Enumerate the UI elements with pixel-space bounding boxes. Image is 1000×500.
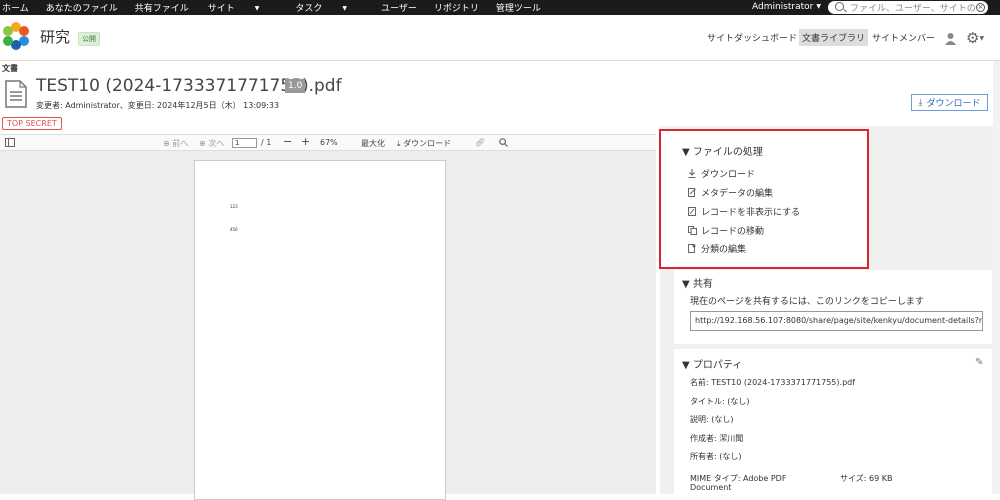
document-actions-title[interactable]: ▼ ファイルの処理: [682, 143, 763, 158]
page-number-input[interactable]: 1: [232, 138, 257, 148]
classification-icon: [688, 244, 696, 253]
site-nav-dashboard[interactable]: サイトダッシュボード: [707, 31, 797, 44]
next-page-button[interactable]: ⊕ 次へ: [199, 138, 224, 149]
download-label: ダウンロード: [926, 99, 981, 109]
section-label: 文書: [2, 64, 18, 73]
site-nav-document-library[interactable]: 文書ライブラリ: [799, 29, 869, 46]
hide-record-icon: [688, 207, 696, 216]
document-viewer[interactable]: 123 456: [0, 151, 656, 500]
visibility-badge: 公開: [78, 32, 100, 46]
viewer-download-button[interactable]: ⤓ ダウンロード: [397, 138, 451, 149]
action-label: メタデータの編集: [701, 189, 774, 199]
share-link-input[interactable]: http://192.168.56.107:8080/share/page/si…: [690, 311, 983, 331]
zoom-out-icon[interactable]: −: [283, 135, 292, 148]
page-text-line: 123: [230, 204, 238, 209]
edit-metadata-icon: [688, 188, 696, 197]
download-icon: ⤓: [397, 139, 401, 148]
share-description: 現在のページを共有するには、このリンクをコピーします: [690, 297, 924, 307]
nav-sites-label: サイト: [207, 4, 235, 14]
top-nav-menu: ホーム あなたのファイル 共有ファイル サイト ▼ タスク ▼ ユーザー リポジトリ…: [0, 0, 558, 15]
viewer-download-label: ダウンロード: [403, 139, 452, 148]
property-size: サイズ: 69 KB: [840, 474, 893, 483]
nav-shared-files[interactable]: 共有ファイル: [135, 1, 189, 14]
arrow-down-circle-icon: ⊕: [199, 139, 206, 148]
property-owner: 所有者: (なし): [690, 452, 742, 461]
security-tag[interactable]: TOP SECRET: [2, 117, 62, 130]
move-record-icon: [688, 226, 697, 235]
property-mime-type-cont: Document: [690, 483, 732, 492]
nav-repository[interactable]: リポジトリ: [434, 1, 479, 14]
site-nav-members[interactable]: サイトメンバー: [872, 31, 935, 44]
action-download[interactable]: ダウンロード: [688, 167, 755, 180]
action-move-record[interactable]: レコードの移動: [688, 224, 764, 237]
viewer-toolbar: ⊕ 前へ ⊕ 次へ 1 / 1 − + 67% 最大化 ⤓ ダウンロード 🔗︎: [0, 134, 656, 151]
pdf-page: 123 456: [194, 160, 446, 500]
site-logo-icon: [3, 22, 29, 50]
download-button[interactable]: ⤓ ダウンロード: [911, 94, 988, 111]
arrow-up-circle-icon: ⊕: [163, 139, 170, 148]
previous-page-button[interactable]: ⊕ 前へ: [163, 138, 188, 149]
share-title[interactable]: ▼ 共有: [682, 275, 713, 290]
maximize-button[interactable]: 最大化: [361, 138, 385, 149]
search-icon: [835, 2, 844, 11]
search-input[interactable]: ファイル、ユーザー、サイトの ×: [828, 1, 988, 14]
top-navigation-bar: ホーム あなたのファイル 共有ファイル サイト ▼ タスク ▼ ユーザー リポジトリ…: [0, 0, 1000, 15]
nav-home[interactable]: ホーム: [2, 1, 29, 14]
action-label: レコードの移動: [701, 227, 765, 237]
prev-label: 前へ: [172, 139, 189, 148]
action-label: ダウンロード: [701, 170, 756, 180]
modified-info: 変更者: Administrator、変更日: 2024年12月5日（木） 13…: [36, 101, 280, 110]
action-label: レコードを非表示にする: [701, 208, 801, 218]
page-text-line: 456: [230, 227, 238, 232]
action-hide-record[interactable]: レコードを非表示にする: [688, 205, 800, 218]
next-label: 次へ: [208, 139, 225, 148]
page-scrollbar[interactable]: [993, 61, 1000, 494]
nav-admin-tools[interactable]: 管理ツール: [496, 1, 541, 14]
search-icon[interactable]: [499, 138, 508, 149]
document-icon: [5, 80, 27, 108]
nav-people[interactable]: ユーザー: [381, 1, 417, 14]
nav-tasks-label: タスク: [295, 4, 323, 14]
property-creator: 作成者: 潔川聞: [690, 434, 744, 443]
zoom-in-icon[interactable]: +: [301, 135, 310, 148]
zoom-level: 67%: [320, 138, 338, 147]
property-name: 名前: TEST10 (2024-1733371771755).pdf: [690, 378, 856, 387]
clear-search-icon[interactable]: ×: [976, 3, 985, 12]
nav-tasks[interactable]: タスク ▼: [293, 1, 364, 14]
site-title[interactable]: 研究: [40, 26, 70, 47]
nav-my-files[interactable]: あなたのファイル: [46, 1, 118, 14]
chevron-down-icon: ▼: [254, 5, 260, 12]
chevron-down-icon: ▼: [816, 3, 821, 10]
download-icon: [688, 169, 696, 179]
search-placeholder: ファイル、ユーザー、サイトの: [850, 4, 976, 14]
download-icon: ⤓: [918, 97, 923, 108]
version-badge: 1.0: [285, 79, 306, 93]
edit-pencil-icon[interactable]: ✎: [975, 357, 983, 368]
sidebar-toggle-icon[interactable]: [5, 138, 15, 149]
share-panel: [674, 270, 992, 344]
person-icon[interactable]: [944, 32, 957, 45]
user-menu[interactable]: Administrator ▼: [752, 2, 821, 12]
nav-sites[interactable]: サイト ▼: [206, 1, 277, 14]
gear-icon[interactable]: ⚙▼: [966, 30, 984, 46]
chevron-down-icon: ▼: [342, 5, 348, 12]
properties-title[interactable]: ▼ プロパティ: [682, 356, 742, 371]
property-description: 説明: (なし): [690, 415, 734, 424]
action-edit-metadata[interactable]: メタデータの編集: [688, 186, 773, 199]
page-total: / 1: [261, 138, 272, 147]
property-title: タイトル: (なし): [690, 397, 750, 406]
action-label: 分類の編集: [701, 245, 747, 255]
link-icon[interactable]: 🔗︎: [475, 138, 485, 147]
action-edit-classification[interactable]: 分類の編集: [688, 242, 746, 255]
user-name: Administrator: [752, 2, 814, 12]
